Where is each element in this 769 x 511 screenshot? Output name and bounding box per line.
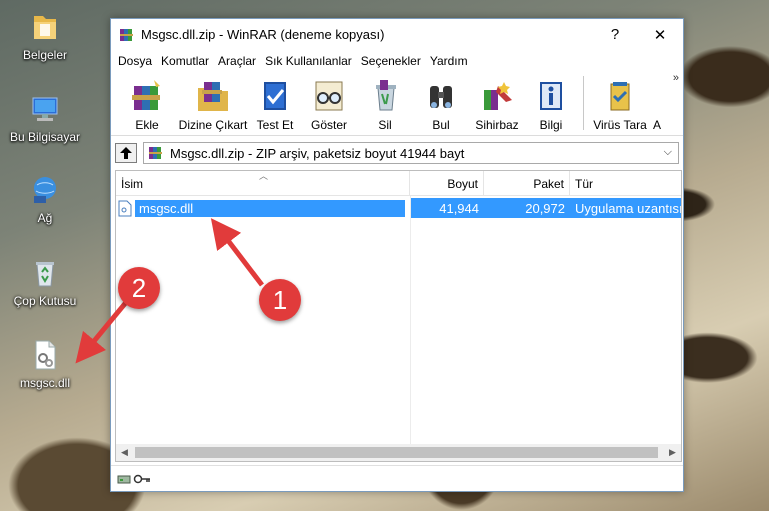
info-button[interactable]: Bilgi [525,74,577,132]
toolbar-separator [583,76,584,130]
menu-favorites[interactable]: Sık Kullanılanlar [264,54,358,68]
file-list: ︿ İsim Boyut Paket Tür msgsc.dll 41,944 … [115,170,682,462]
table-row[interactable]: msgsc.dll 41,944 20,972 Uygulama uzantıs… [116,198,681,218]
horizontal-scrollbar[interactable]: ◀ ▶ [116,444,681,461]
recycle-bin-icon [36,262,54,287]
path-text: Msgsc.dll.zip - ZIP arşiv, paketsiz boyu… [170,145,465,161]
column-header-size[interactable]: Boyut [410,171,484,196]
menu-options[interactable]: Seçenekler [360,54,427,68]
view-button[interactable]: Göster [301,74,357,132]
extract-button[interactable]: Dizine Çıkart [177,74,249,132]
dll-file-icon [35,340,56,370]
desktop-icon-label: Belgeler [22,48,68,62]
file-type: Uygulama uzantısı [570,198,681,218]
virus-scan-button[interactable]: Virüs Tara [590,74,650,132]
delete-label: Sil [378,118,392,132]
wizard-button[interactable]: Sihirbaz [469,74,525,132]
wizard-icon [484,82,512,110]
desktop-icon-label: Bu Bilgisayar [9,130,81,144]
window-title: Msgsc.dll.zip - WinRAR (deneme kopyası) [141,27,385,42]
desktop-icon-this-pc[interactable]: Bu Bilgisayar [0,92,90,144]
drive-icon[interactable] [117,473,131,485]
file-size: 41,944 [410,198,484,218]
up-arrow-icon [120,147,132,159]
extract-label: Dizine Çıkart [178,118,248,132]
info-icon [540,82,562,110]
desktop-icon-documents[interactable]: Belgeler [0,10,90,62]
step-badge-2: 2 [118,267,160,309]
desktop-icon-msgsc-dll[interactable]: msgsc.dll [0,338,90,390]
menu-bar: Dosya Komutlar Araçlar Sık Kullanılanlar… [111,50,683,72]
path-combobox[interactable]: Msgsc.dll.zip - ZIP arşiv, paketsiz boyu… [143,142,679,164]
network-icon [34,177,56,203]
sort-ascending-icon: ︿ [259,171,269,181]
info-label: Bilgi [539,118,563,132]
winrar-app-icon [120,28,133,41]
add-books-icon [132,80,160,110]
delete-button[interactable]: Sil [357,74,413,132]
more-tool-label: A [653,118,662,132]
computer-icon [32,97,58,121]
delete-icon [376,80,396,111]
close-icon: ✕ [653,26,667,44]
desktop-icon-network[interactable]: Ağ [0,173,90,225]
column-header-packed[interactable]: Paket [484,171,570,196]
scroll-thumb[interactable] [135,447,658,458]
view-label: Göster [310,118,347,132]
status-bar [111,465,683,491]
column-divider [410,196,411,445]
address-bar: Msgsc.dll.zip - ZIP arşiv, paketsiz boyu… [111,140,683,166]
up-folder-button[interactable] [115,143,137,163]
desktop-icon-label: Çop Kutusu [13,294,77,308]
extract-folder-icon [198,82,228,111]
step-badge-1: 1 [259,279,301,321]
zip-archive-icon [149,147,162,159]
test-button[interactable]: Test Et [249,74,301,132]
desktop-icon-label: msgsc.dll [19,376,70,390]
menu-tools[interactable]: Araçlar [217,54,262,68]
file-list-header: ︿ İsim Boyut Paket Tür [116,171,681,196]
file-name-cell[interactable]: msgsc.dll [116,199,410,217]
menu-commands[interactable]: Komutlar [160,54,215,68]
add-button[interactable]: Ekle [117,74,177,132]
file-name: msgsc.dll [135,199,405,217]
find-label: Bul [432,118,450,132]
column-header-type[interactable]: Tür [570,171,681,196]
title-bar[interactable]: Msgsc.dll.zip - WinRAR (deneme kopyası) … [111,19,683,50]
test-book-icon [264,82,286,110]
find-button[interactable]: Bul [413,74,469,132]
help-button[interactable]: ? [593,20,637,50]
virus-scan-icon [610,82,630,111]
more-tool-button[interactable]: A [650,74,664,132]
desktop-icon-recycle-bin[interactable]: Çop Kutusu [0,256,90,308]
test-label: Test Et [256,118,294,132]
file-packed-size: 20,972 [484,198,570,218]
toolbar-overflow-icon[interactable]: » [673,72,679,84]
menu-help[interactable]: Yardım [429,54,474,68]
virus-scan-label: Virüs Tara [593,118,647,132]
dll-file-icon [118,200,132,216]
find-binoculars-icon [430,86,452,108]
key-icon[interactable] [133,473,151,485]
scroll-right-icon[interactable]: ▶ [664,444,681,461]
folder-icon [34,16,56,39]
wizard-label: Sihirbaz [475,118,519,132]
scroll-left-icon[interactable]: ◀ [116,444,133,461]
toolbar: Ekle Dizine Çıkart Test Et Göster Sil Bu… [111,72,683,136]
view-glasses-icon [315,81,343,111]
help-icon: ? [610,26,620,43]
menu-file[interactable]: Dosya [117,54,158,68]
chevron-down-icon[interactable]: ⌵ [664,146,672,159]
add-label: Ekle [135,118,159,132]
winrar-window: Msgsc.dll.zip - WinRAR (deneme kopyası) … [110,18,684,492]
close-button[interactable]: ✕ [637,20,683,50]
desktop-icon-label: Ağ [37,211,53,225]
scroll-track[interactable] [133,444,664,461]
